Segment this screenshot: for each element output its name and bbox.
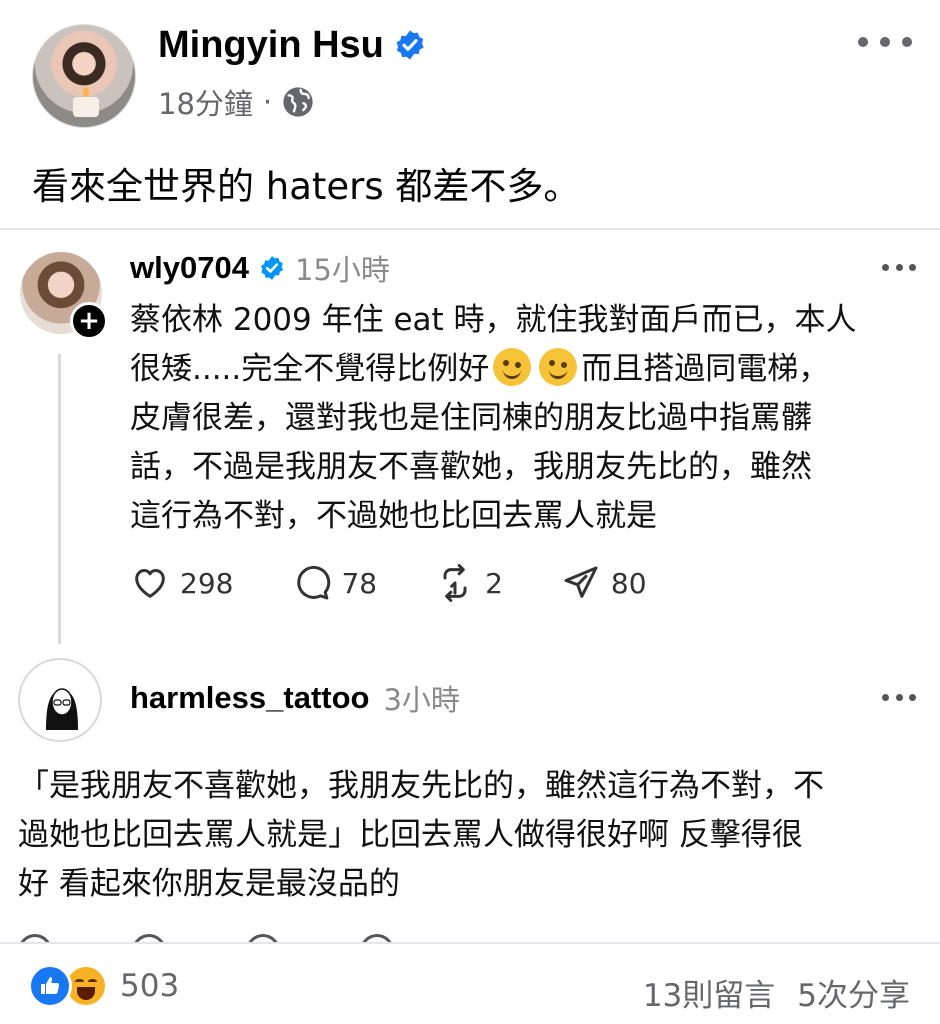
comment-bubble-icon (297, 565, 331, 600)
reply2-more-icon (882, 694, 916, 704)
send-icon (564, 566, 598, 598)
post-caption: 看來全世界的 haters 都差不多。 (32, 165, 581, 208)
like-action: 298 (130, 563, 233, 603)
reply2-time: 3小時 (383, 683, 460, 717)
like-count: 298 (180, 566, 234, 600)
reply2-line: 好 看起來你朋友是最沒品的 (18, 866, 400, 902)
post-meta: 18分鐘 · (158, 80, 314, 124)
engagement-stats: 13則留言 5次分享 (643, 970, 910, 1015)
reaction-count[interactable]: 503 (120, 968, 179, 1004)
reply2-line: 過她也比回去罵人就是」比回去罵人做得很好啊 反擊得很 (18, 817, 803, 853)
reply1-actions: 298 78 2 80 (130, 560, 705, 606)
share-count: 80 (610, 566, 647, 600)
heart-icon (135, 569, 165, 598)
shared-screenshot[interactable]: + wly0704 15小時 蔡依林 2009 年住 eat 時，就住我對面戶而… (0, 228, 940, 944)
melting-face-emoji-icon (539, 348, 578, 386)
post-header: Mingyin Hsu 18分鐘 · (0, 0, 940, 140)
reply1-line-part: 很矮.....完全不覺得比例好 (130, 351, 490, 387)
post-footer: 503 13則留言 5次分享 (0, 946, 940, 1024)
reply1-time: 15小時 (294, 253, 390, 287)
author-name-row: Mingyin Hsu (158, 20, 426, 70)
cropped-send-icon (360, 934, 394, 942)
globe-icon[interactable] (282, 86, 314, 118)
reply1-header: wly0704 15小時 (130, 246, 390, 290)
reply1-line: 皮膚很差，還對我也是住同棟的朋友比過中指罵髒 (130, 400, 812, 436)
like-reaction-icon (28, 964, 72, 1008)
repost-action: 2 (435, 563, 503, 603)
repost-icon (443, 564, 467, 602)
comment-action: 78 (291, 563, 377, 603)
reply2-actions-cropped (18, 934, 394, 942)
candle-flame-image (83, 87, 89, 97)
reply2-line: 「是我朋友不喜歡她，我朋友先比的，雖然這行為不對，不 (18, 768, 824, 804)
cropped-comment-icon (132, 934, 166, 942)
verified-badge-icon (396, 30, 424, 60)
reply1-more-icon (882, 264, 916, 274)
post-time[interactable]: 18分鐘 (158, 81, 253, 123)
comment-count: 78 (341, 566, 378, 600)
reply1-text: 蔡依林 2009 年住 eat 時，就住我對面戶而已，本人 很矮.....完全不… (130, 296, 925, 541)
reply1-line: 這行為不對，不過她也比回去罵人就是 (130, 498, 657, 534)
sketch-portrait-icon (46, 688, 78, 730)
reply1-line: 話，不過是我朋友不喜歡她，我朋友先比的，雖然 (130, 449, 812, 485)
reply2-username: harmless_tattoo (130, 680, 370, 715)
repost-count: 2 (485, 566, 503, 600)
reply1-username: wly0704 (130, 250, 249, 285)
follow-plus-icon: + (70, 302, 108, 340)
meta-separator: · (262, 85, 273, 119)
reply1-line-part: 而且搭過同電梯， (581, 351, 830, 387)
share-action: 80 (561, 563, 647, 603)
reply2-text: 「是我朋友不喜歡她，我朋友先比的，雖然這行為不對，不 過她也比回去罵人就是」比回… (18, 762, 928, 909)
cropped-heart-icon (18, 934, 52, 942)
cropped-repost-icon (246, 934, 280, 942)
reply2-header: harmless_tattoo 3小時 (130, 676, 460, 720)
birthday-cake-image (73, 97, 99, 117)
reactions-summary[interactable]: 503 (28, 964, 179, 1008)
reply2-avatar (18, 658, 102, 742)
author-name[interactable]: Mingyin Hsu (158, 24, 384, 67)
reply1-verified-icon (260, 256, 283, 280)
author-avatar[interactable] (32, 24, 136, 128)
shares-count-link[interactable]: 5次分享 (797, 970, 910, 1015)
reply1-line-with-emoji: 很矮.....完全不覺得比例好 而且搭過同電梯， (130, 345, 925, 394)
reply1-line: 蔡依林 2009 年住 eat 時，就住我對面戶而已，本人 (130, 302, 857, 338)
post-more-options-icon[interactable] (858, 24, 912, 60)
melting-face-emoji-icon (493, 348, 532, 386)
comments-count-link[interactable]: 13則留言 (643, 970, 775, 1015)
thread-connector-line (58, 354, 61, 644)
